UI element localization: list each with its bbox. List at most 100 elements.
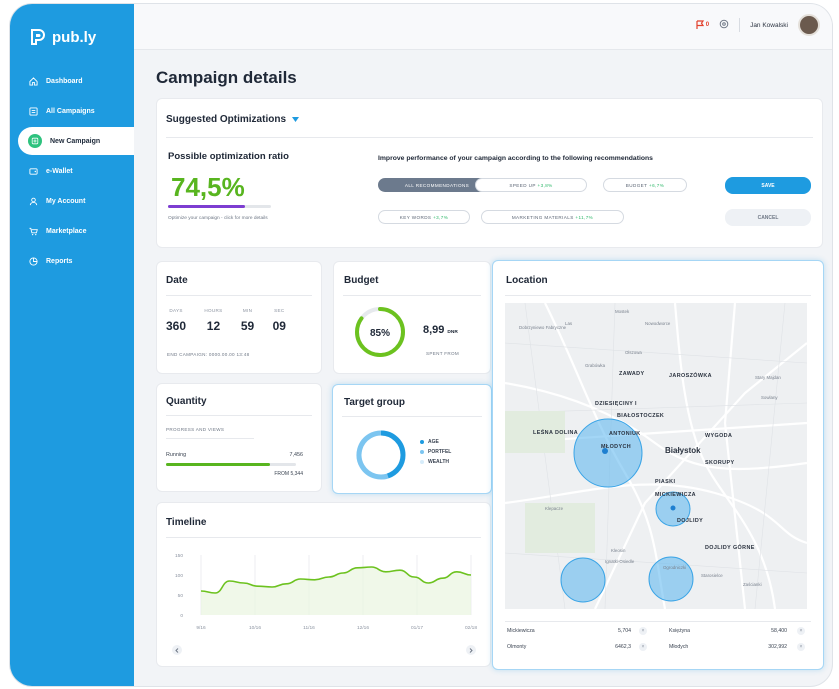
reports-icon bbox=[28, 256, 38, 266]
map-label: Ignatki-Osiedle bbox=[605, 559, 635, 564]
legend-item: AGE bbox=[420, 437, 451, 447]
wallet-icon bbox=[28, 166, 38, 176]
map-bubble-mlodych[interactable] bbox=[573, 418, 643, 488]
countdown-value: 360 bbox=[166, 319, 187, 333]
user-name[interactable]: Jan Kowalski bbox=[750, 22, 788, 29]
divider bbox=[166, 537, 481, 538]
target-donut bbox=[356, 430, 406, 480]
map-bubble-kleosin[interactable] bbox=[560, 557, 606, 603]
remove-location-button[interactable]: × bbox=[639, 643, 647, 651]
legend-dot bbox=[420, 440, 424, 444]
notifications-button[interactable]: 0 bbox=[695, 20, 709, 30]
timeline-prev-button[interactable] bbox=[172, 645, 182, 655]
y-tick-label: 100 bbox=[175, 573, 183, 579]
x-tick-label: 12/16 bbox=[357, 625, 369, 631]
map-pin-mickiewicza bbox=[670, 505, 676, 511]
timeline-card: Timeline 150 100 50 0 9/16 10/16 11/16 12/16 01/… bbox=[156, 502, 491, 667]
optimizations-toggle[interactable]: Suggested Optimizations bbox=[166, 114, 300, 125]
card-title: Quantity bbox=[166, 396, 207, 407]
sidebar-item-label: New Campaign bbox=[50, 137, 101, 145]
y-tick-label: 50 bbox=[178, 593, 184, 599]
sidebar-item-new-campaign[interactable]: New Campaign bbox=[18, 127, 134, 155]
divider bbox=[166, 415, 312, 416]
sidebar-item-e-wallet[interactable]: e-Wallet bbox=[10, 156, 134, 186]
card-title: Budget bbox=[344, 275, 379, 286]
location-cell: Księżyna bbox=[669, 628, 691, 634]
location-map[interactable]: Mostek Nowodworce Dobrzyniewo Fabryczne Ols… bbox=[505, 303, 807, 609]
cancel-button[interactable]: CANCEL bbox=[725, 209, 811, 226]
location-card: Location Mostek Nowodworce Dobrzyniewo F… bbox=[492, 260, 824, 670]
pill-label: BUDGET bbox=[625, 182, 648, 188]
budget-amount-row: 8,99 DNR bbox=[423, 324, 458, 336]
remove-location-button[interactable]: × bbox=[639, 627, 647, 635]
x-tick-label: 10/16 bbox=[249, 625, 261, 631]
legend-label: AGE bbox=[428, 439, 439, 445]
pill-key-words[interactable]: KEY WORDS +3,7% bbox=[378, 210, 470, 224]
pill-budget[interactable]: BUDGET +6,7% bbox=[603, 178, 687, 192]
legend-label: WEALTH bbox=[428, 459, 450, 465]
campaigns-icon bbox=[28, 106, 38, 116]
app-logo[interactable]: pub.ly bbox=[30, 28, 96, 46]
countdown: DAYS 360 HOURS 12 MIN 59 SEC 09 bbox=[166, 308, 286, 333]
cart-icon bbox=[28, 226, 38, 236]
pill-gain: +11,7% bbox=[575, 214, 594, 220]
pill-speed-up[interactable]: SPEED UP +3,8% bbox=[475, 178, 587, 192]
pill-label: SPEED UP bbox=[509, 182, 536, 188]
sidebar-item-marketplace[interactable]: Marketplace bbox=[10, 216, 134, 246]
pill-marketing-materials[interactable]: MARKETING MATERIALS +11,7% bbox=[481, 210, 624, 224]
budget-percent: 85% bbox=[370, 328, 390, 339]
map-label: Piaski bbox=[655, 479, 676, 485]
countdown-value: 12 bbox=[206, 319, 221, 333]
target-group-card: Target group AGE PORTFEL WEALTH bbox=[332, 384, 492, 494]
map-label: Mostek bbox=[615, 309, 630, 314]
end-campaign-text: END CAMPAIGN: 0000.00.00 13:48 bbox=[167, 352, 250, 357]
ratio-hint[interactable]: Optimize your campaign - click for more … bbox=[168, 215, 288, 222]
avatar[interactable] bbox=[798, 14, 820, 36]
budget-unit: DNR bbox=[447, 330, 458, 335]
pill-gain: +6,7% bbox=[649, 182, 665, 188]
location-cell: 6462,3 bbox=[615, 644, 631, 650]
plus-icon bbox=[28, 134, 42, 148]
location-cell: 5,704 bbox=[618, 628, 631, 634]
map-bubble-zascianki[interactable] bbox=[648, 556, 694, 602]
map-label: Jaroszówka bbox=[669, 373, 712, 379]
sidebar-item-reports[interactable]: Reports bbox=[10, 246, 134, 276]
save-button[interactable]: SAVE bbox=[725, 177, 811, 194]
map-label: Zawady bbox=[619, 371, 645, 377]
chevron-left-icon bbox=[175, 647, 179, 653]
recommend-title: Improve performance of your campaign acc… bbox=[378, 155, 653, 162]
remove-location-button[interactable]: × bbox=[797, 643, 805, 651]
remove-location-button[interactable]: × bbox=[797, 627, 805, 635]
countdown-value: 09 bbox=[272, 319, 286, 333]
map-label: Wygoda bbox=[705, 433, 733, 439]
target-legend: AGE PORTFEL WEALTH bbox=[420, 437, 451, 467]
quantity-from: FROM 5,344 bbox=[274, 471, 303, 477]
divider bbox=[343, 295, 481, 296]
map-label: Sowlany bbox=[761, 395, 778, 400]
pill-label: KEY WORDS bbox=[399, 214, 432, 220]
sidebar-item-label: e-Wallet bbox=[46, 167, 73, 175]
chevron-right-icon bbox=[469, 647, 473, 653]
card-title: Target group bbox=[344, 397, 405, 408]
pill-label: MARKETING MATERIALS bbox=[511, 214, 574, 220]
ratio-progress-fill bbox=[168, 205, 245, 208]
sidebar-item-dashboard[interactable]: Dashboard bbox=[10, 66, 134, 96]
quantity-progress-fill bbox=[166, 463, 270, 466]
map-label: Mickiewicza bbox=[655, 492, 696, 498]
timeline-next-button[interactable] bbox=[466, 645, 476, 655]
app-name: pub.ly bbox=[52, 28, 97, 46]
divider bbox=[342, 416, 482, 417]
map-label: Ogrodniczki bbox=[663, 565, 687, 570]
map-label: Klepacze bbox=[545, 506, 564, 511]
quantity-card: Quantity PROGRESS AND VIEWS Running 7,45… bbox=[156, 383, 322, 492]
x-tick-label: 9/16 bbox=[196, 625, 206, 631]
sidebar-item-all-campaigns[interactable]: All Campaigns bbox=[10, 96, 134, 126]
date-card: Date DAYS 360 HOURS 12 MIN 59 SEC 09 END CAMPAI… bbox=[156, 261, 322, 374]
pill-gain: +3,7% bbox=[433, 214, 449, 220]
sidebar-item-my-account[interactable]: My Account bbox=[10, 186, 134, 216]
map-label: Antoniuk bbox=[609, 431, 641, 437]
location-cell: Olmonty bbox=[507, 644, 527, 650]
settings-button[interactable] bbox=[719, 19, 729, 31]
budget-card: Budget 85% 8,99 DNR SPENT FROM bbox=[333, 261, 491, 374]
sidebar: pub.ly Dashboard All Campaigns New Campa… bbox=[10, 4, 134, 686]
